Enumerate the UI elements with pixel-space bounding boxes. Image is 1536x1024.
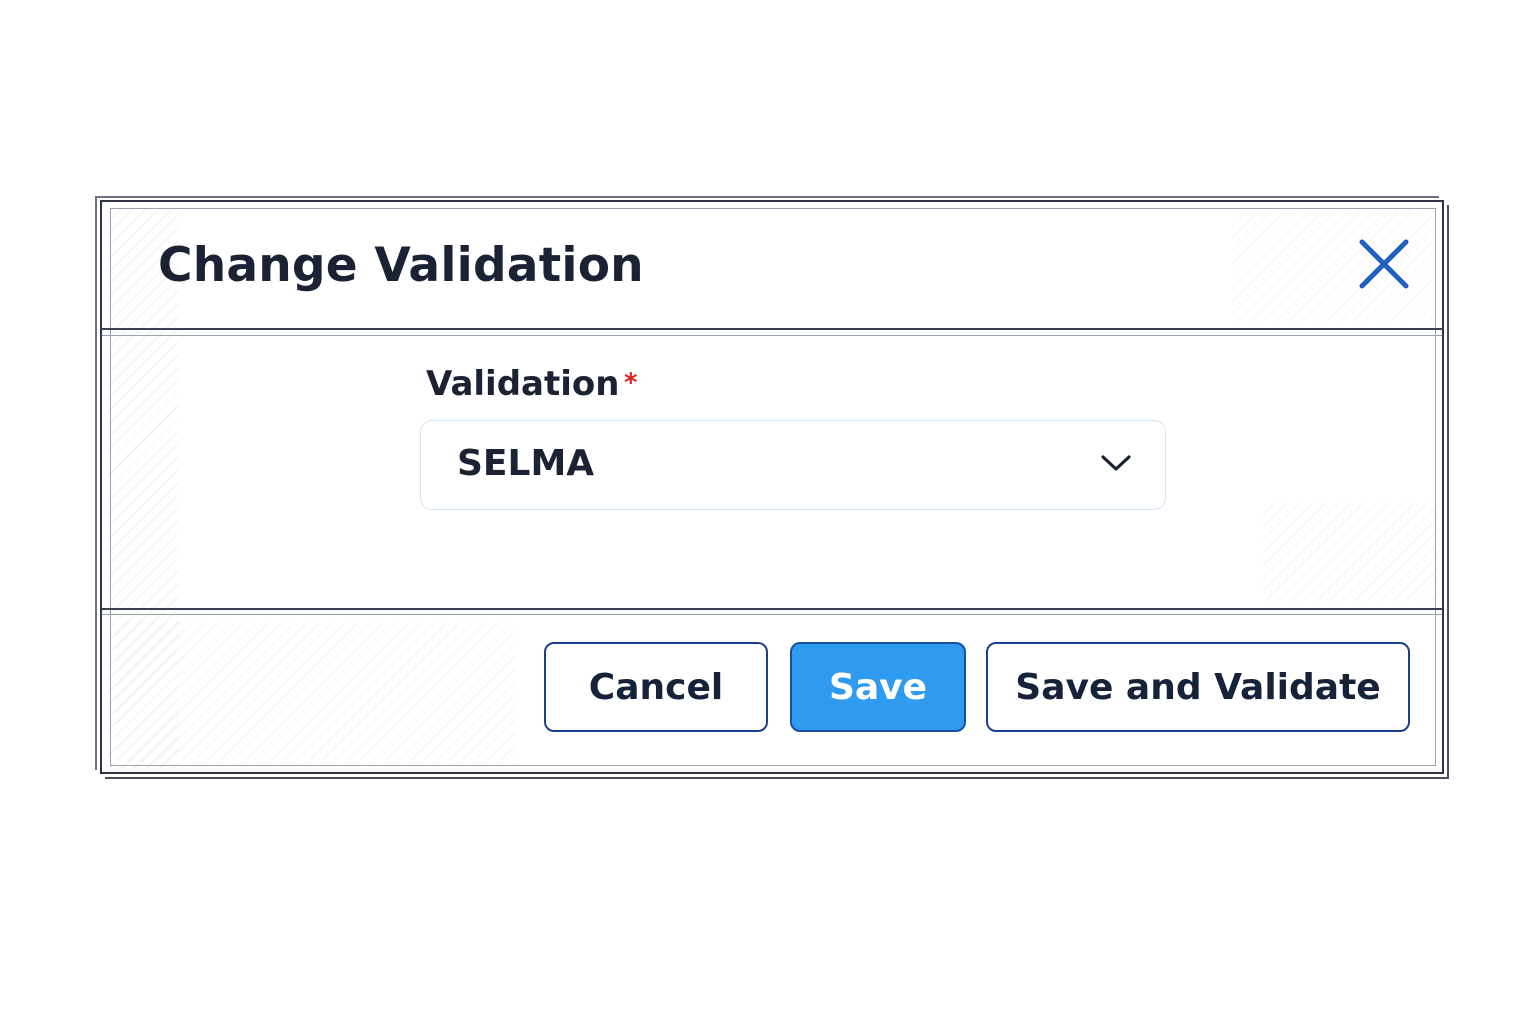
- dialog-title: Change Validation: [158, 238, 644, 293]
- footer-divider: [102, 608, 1442, 615]
- cancel-button[interactable]: Cancel: [544, 642, 768, 732]
- validation-label: Validation: [426, 364, 620, 404]
- required-indicator: *: [624, 368, 638, 398]
- dialog-header: Change Validation: [102, 202, 1442, 336]
- dialog-body: Validation * SELMA: [102, 330, 1442, 612]
- change-validation-dialog: Change Validation Validation * SELMA Can…: [100, 200, 1444, 774]
- save-and-validate-button[interactable]: Save and Validate: [986, 642, 1410, 732]
- chevron-down-icon: [1101, 455, 1131, 471]
- save-button[interactable]: Save: [790, 642, 966, 732]
- sketch-hatching: [116, 622, 516, 762]
- close-icon: [1359, 239, 1409, 289]
- validation-select[interactable]: SELMA: [420, 420, 1166, 510]
- close-button[interactable]: [1356, 236, 1412, 292]
- validation-selected-value: SELMA: [457, 443, 595, 484]
